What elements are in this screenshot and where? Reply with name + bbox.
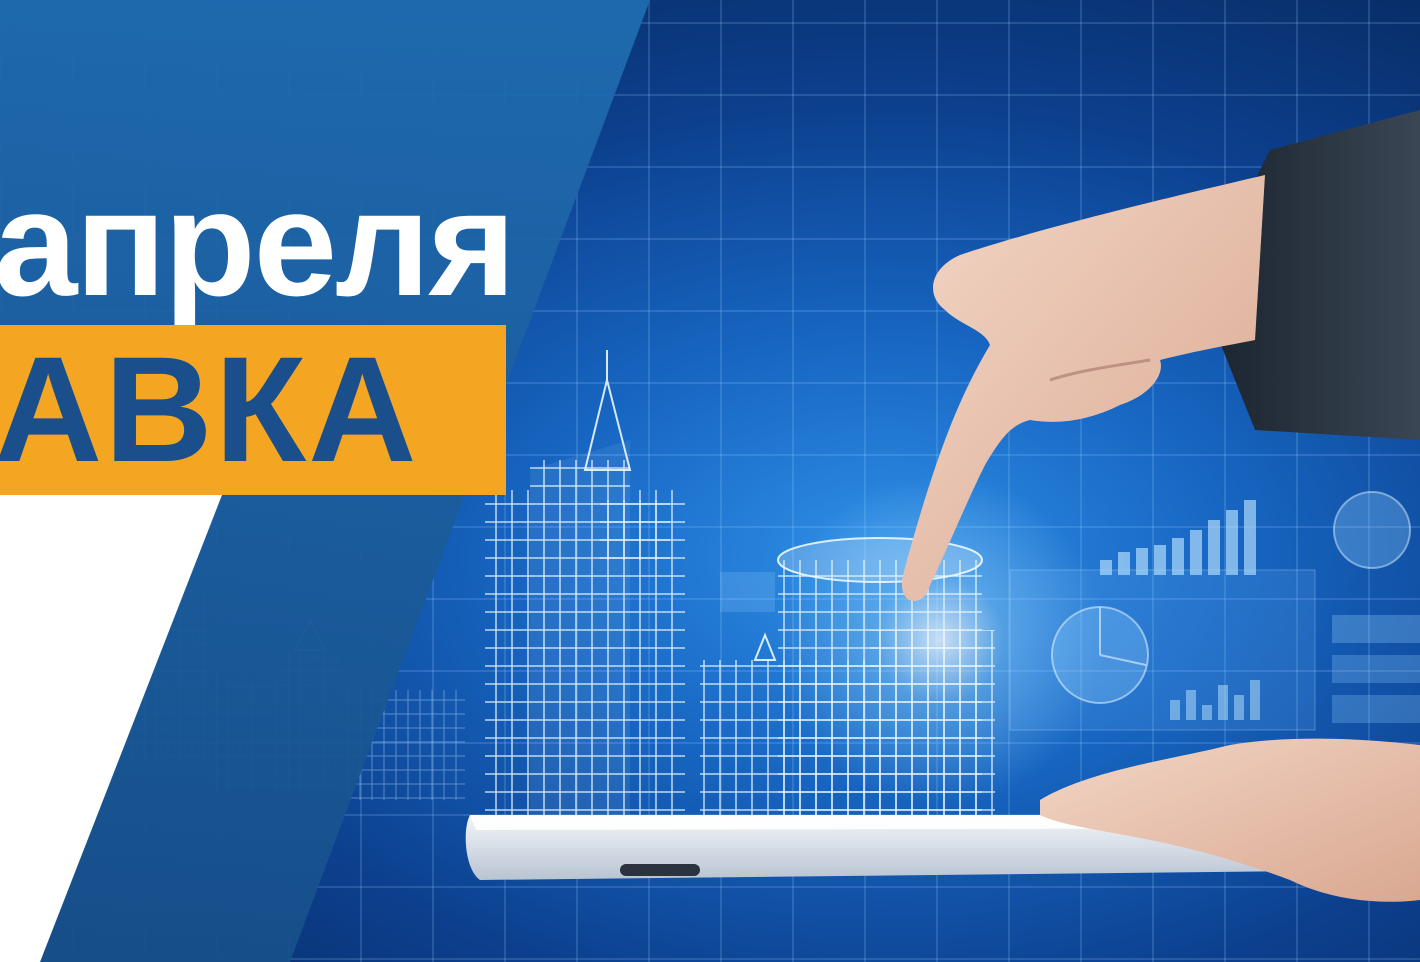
tower-building: [485, 350, 685, 830]
banner-label: АВКА: [0, 325, 419, 493]
holding-hand: [1040, 738, 1420, 902]
banner-image: апреля АВКА: [0, 0, 1420, 962]
date-word: апреля: [0, 159, 516, 327]
cylinder-building: [777, 537, 995, 830]
